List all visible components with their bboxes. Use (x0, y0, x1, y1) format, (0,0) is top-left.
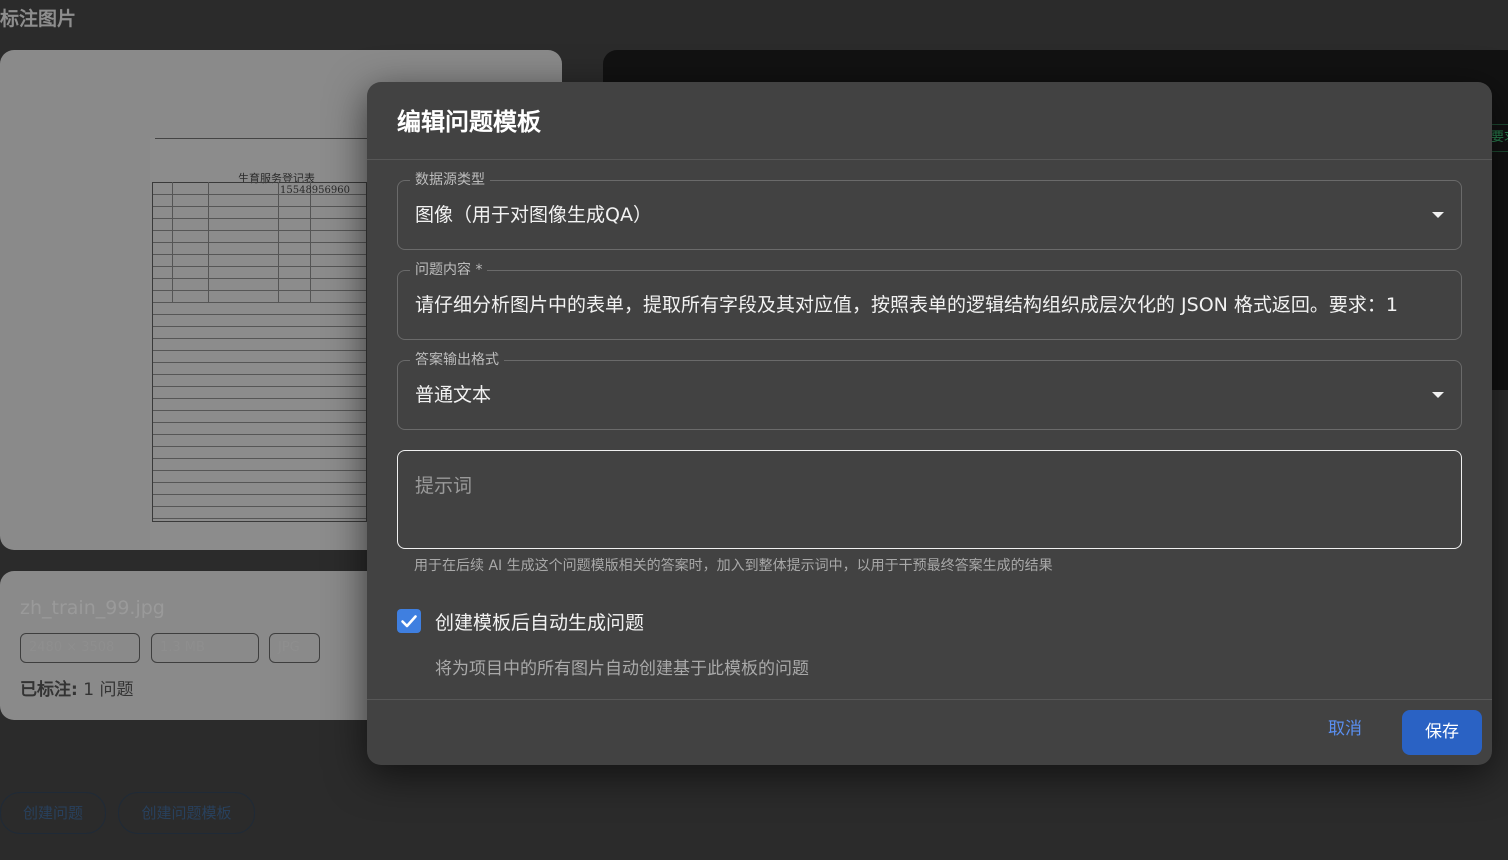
answer-format-label: 答案输出格式 (410, 351, 504, 369)
auto-generate-label[interactable]: 创建模板后自动生成问题 (435, 608, 644, 635)
chevron-down-icon (1432, 212, 1444, 218)
page-title: 标注图片 (0, 8, 77, 30)
image-dimensions-chip: 2480 × 3508 (20, 633, 140, 663)
question-content-label: 问题内容 * (410, 261, 488, 279)
checkmark-icon (401, 615, 417, 628)
image-size-chip: 1.3 MB (151, 633, 259, 663)
data-source-value: 图像（用于对图像生成QA） (415, 204, 652, 226)
image-format-chip: JPG (269, 633, 320, 663)
document-image: 生育服务登记表 15548956960 (150, 138, 390, 550)
question-content-field[interactable]: 问题内容 * 请仔细分析图片中的表单，提取所有字段及其对应值，按照表单的逻辑结构… (397, 261, 1462, 340)
save-button[interactable]: 保存 (1402, 710, 1482, 755)
question-content-value: 请仔细分析图片中的表单，提取所有字段及其对应值，按照表单的逻辑结构组织成层次化的… (415, 294, 1399, 316)
create-question-button[interactable]: 创建问题 (0, 792, 106, 834)
prompt-helper-text: 用于在后续 AI 生成这个问题模版相关的答案时，加入到整体提示词中，以用于干预最… (414, 558, 1053, 574)
chevron-down-icon (1432, 392, 1444, 398)
prompt-placeholder: 提示词 (415, 475, 473, 497)
edit-template-dialog: 编辑问题模板 数据源类型 图像（用于对图像生成QA） 问题内容 * 请仔细分析图… (367, 82, 1492, 765)
dialog-title: 编辑问题模板 (397, 108, 541, 136)
data-source-select[interactable]: 数据源类型 图像（用于对图像生成QA） (397, 171, 1462, 250)
auto-generate-checkbox[interactable] (397, 609, 421, 633)
answer-format-value: 普通文本 (415, 384, 492, 406)
answer-format-select[interactable]: 答案输出格式 普通文本 (397, 351, 1462, 430)
create-template-button[interactable]: 创建问题模板 (118, 792, 255, 834)
document-phone: 15548956960 (280, 185, 350, 196)
labeled-count: 已标注: 1 问题 (20, 680, 134, 700)
image-filename: zh_train_99.jpg (20, 597, 165, 619)
prompt-input[interactable]: 提示词 (397, 450, 1462, 549)
data-source-label: 数据源类型 (410, 171, 490, 189)
dialog-footer-divider (367, 699, 1492, 700)
dialog-header-divider (367, 159, 1492, 160)
cancel-button[interactable]: 取消 (1322, 712, 1368, 746)
auto-generate-description: 将为项目中的所有图片自动创建基于此模板的问题 (435, 659, 809, 679)
